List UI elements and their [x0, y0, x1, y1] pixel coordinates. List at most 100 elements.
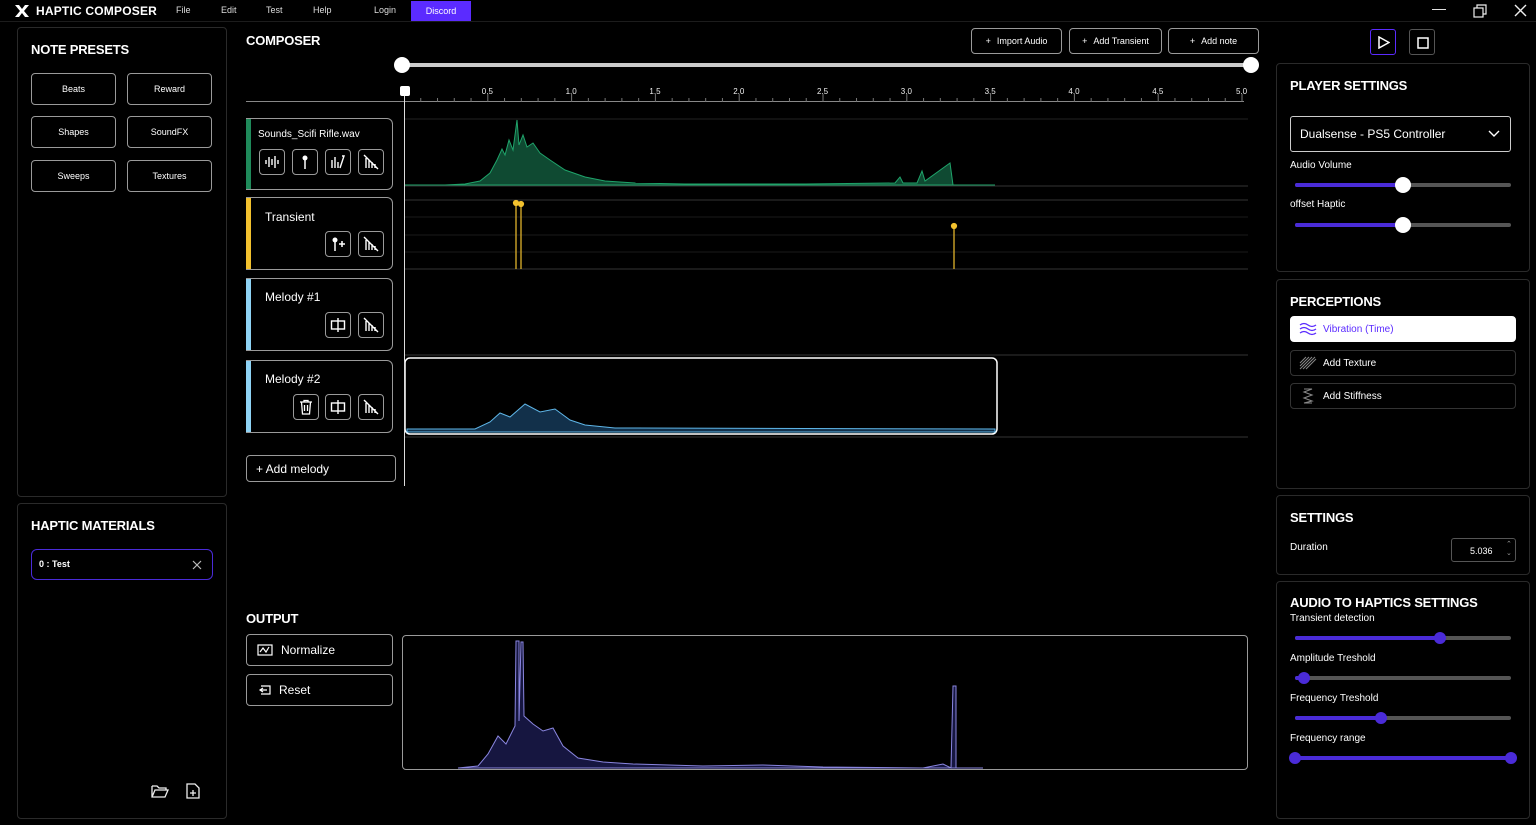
- slider-knob[interactable]: [1297, 672, 1310, 684]
- add-note-button[interactable]: + Add note: [1168, 28, 1259, 54]
- remove-material-icon[interactable]: [192, 560, 202, 570]
- material-item[interactable]: 0 : Test: [31, 549, 213, 580]
- reset-button[interactable]: Reset: [246, 674, 393, 706]
- trash-icon: [300, 399, 312, 415]
- preset-soundfx[interactable]: SoundFX: [127, 116, 212, 148]
- plus-icon: +: [1082, 36, 1088, 46]
- track-lanes[interactable]: [405, 115, 1248, 440]
- transient-detection-slider[interactable]: [1295, 632, 1511, 644]
- mute-track-button[interactable]: [358, 312, 384, 338]
- pin-icon: [302, 155, 308, 169]
- restore-icon[interactable]: [1473, 4, 1487, 18]
- add-note-label: Add note: [1201, 36, 1238, 46]
- waveform-button[interactable]: [259, 149, 285, 175]
- delete-track-button[interactable]: [293, 394, 319, 420]
- ruler-tick-label: 4.5: [1152, 87, 1164, 96]
- ruler-tick-label: 2.0: [733, 87, 745, 96]
- add-melody-button[interactable]: + Add melody: [246, 455, 396, 482]
- split-icon: [330, 400, 346, 414]
- spinner-icon[interactable]: ⌃ ⌄: [1506, 540, 1512, 558]
- preset-textures[interactable]: Textures: [127, 160, 212, 192]
- track-transient[interactable]: Transient: [246, 197, 393, 270]
- amplitude-treshold-label: Amplitude Treshold: [1290, 653, 1376, 664]
- open-folder-icon[interactable]: [151, 784, 169, 798]
- audio-to-haptics-title: AUDIO TO HAPTICS SETTINGS: [1290, 595, 1478, 610]
- play-button[interactable]: [1370, 29, 1396, 55]
- ruler-tick-label: 3.0: [900, 87, 912, 96]
- settings-title: SETTINGS: [1290, 510, 1354, 525]
- track-color-bar: [246, 361, 251, 432]
- menu-file[interactable]: File: [176, 5, 191, 15]
- convert-button[interactable]: [325, 149, 351, 175]
- melody-2-curve: [406, 403, 996, 433]
- mute-track-button[interactable]: [358, 231, 384, 257]
- stop-button[interactable]: [1409, 29, 1435, 55]
- ruler-tick-label: 2.5: [817, 87, 829, 96]
- track-color-bar: [246, 198, 251, 269]
- import-audio-button[interactable]: + Import Audio: [971, 28, 1062, 54]
- add-transient-button[interactable]: + Add Transient: [1069, 28, 1162, 54]
- perception-add-stiffness[interactable]: Add Stiffness: [1290, 383, 1516, 409]
- range-min-knob[interactable]: [1289, 752, 1301, 764]
- frequency-treshold-slider[interactable]: [1295, 712, 1511, 724]
- time-range-slider[interactable]: [402, 63, 1251, 67]
- preset-sweeps[interactable]: Sweeps: [31, 160, 116, 192]
- playhead-handle[interactable]: [400, 86, 410, 96]
- range-max-knob[interactable]: [1505, 752, 1517, 764]
- slider-knob[interactable]: [1395, 177, 1411, 193]
- minimize-icon[interactable]: —: [1432, 0, 1446, 16]
- menu-help[interactable]: Help: [313, 5, 332, 15]
- mute-icon: [363, 236, 379, 252]
- range-end-handle[interactable]: [1243, 57, 1259, 73]
- normalize-label: Normalize: [281, 643, 336, 657]
- transient-detection-label: Transient detection: [1290, 613, 1375, 624]
- menu-login[interactable]: Login: [374, 5, 396, 15]
- normalize-button[interactable]: Normalize: [246, 634, 393, 666]
- new-file-icon[interactable]: [186, 783, 200, 799]
- mute-icon: [363, 317, 379, 333]
- reset-icon: [258, 685, 271, 695]
- preset-shapes[interactable]: Shapes: [31, 116, 116, 148]
- waveform-icon: [265, 156, 279, 168]
- add-pin-icon: [332, 237, 345, 251]
- duration-value: 5.036: [1470, 546, 1493, 556]
- mute-track-button[interactable]: [358, 394, 384, 420]
- perception-vibration[interactable]: Vibration (Time): [1290, 316, 1516, 342]
- import-audio-label: Import Audio: [996, 36, 1048, 46]
- device-select[interactable]: Dualsense - PS5 Controller: [1290, 116, 1511, 152]
- ruler-tick-label: 0.5: [481, 87, 493, 96]
- split-button[interactable]: [325, 394, 351, 420]
- mute-track-button[interactable]: [358, 149, 384, 175]
- plus-icon: +: [985, 36, 991, 46]
- menu-discord[interactable]: Discord: [411, 1, 471, 21]
- track-audio[interactable]: Sounds_Scifi Rifle.wav: [246, 118, 393, 190]
- track-melody-1[interactable]: Melody #1: [246, 278, 393, 351]
- offset-haptic-slider[interactable]: [1295, 217, 1511, 233]
- track-melody-2[interactable]: Melody #2: [246, 360, 393, 433]
- menu-test[interactable]: Test: [266, 5, 283, 15]
- menu-edit[interactable]: Edit: [221, 5, 237, 15]
- frequency-range-slider[interactable]: [1289, 752, 1517, 764]
- stiffness-icon: [1302, 388, 1314, 404]
- amplitude-treshold-slider[interactable]: [1295, 672, 1511, 684]
- add-pin-button[interactable]: [325, 231, 351, 257]
- preset-reward[interactable]: Reward: [127, 73, 212, 105]
- perception-add-texture[interactable]: Add Texture: [1290, 350, 1516, 376]
- haptic-materials-title: HAPTIC MATERIALS: [31, 518, 155, 533]
- duration-input[interactable]: 5.036 ⌃ ⌄: [1451, 538, 1516, 562]
- audio-volume-slider[interactable]: [1295, 177, 1511, 193]
- convert-icon: [331, 155, 345, 169]
- track-melody-1-name: Melody #1: [265, 290, 321, 304]
- preset-beats[interactable]: Beats: [31, 73, 116, 105]
- close-icon[interactable]: [1514, 4, 1527, 17]
- slider-knob[interactable]: [1433, 632, 1446, 644]
- split-button[interactable]: [325, 312, 351, 338]
- frequency-treshold-label: Frequency Treshold: [1290, 693, 1379, 704]
- transient-pin-button[interactable]: [292, 149, 318, 175]
- range-start-handle[interactable]: [394, 57, 410, 73]
- ruler-tick-label: 5.0: [1236, 87, 1248, 96]
- slider-knob[interactable]: [1395, 217, 1411, 233]
- mute-icon: [363, 399, 379, 415]
- offset-haptic-label: offset Haptic: [1290, 199, 1346, 210]
- output-waveform: [457, 640, 983, 769]
